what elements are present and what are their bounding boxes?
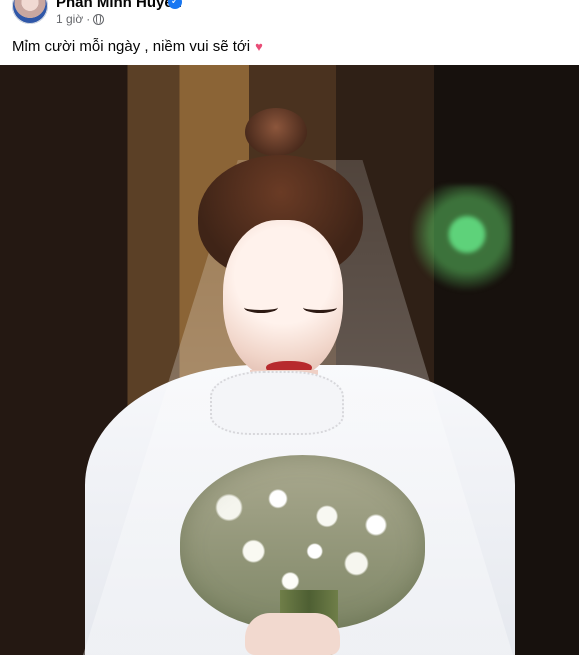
post-caption-text: Mỉm cười mỗi ngày , niềm vui sẽ tới — [12, 38, 251, 55]
post-time[interactable]: 1 giờ — [56, 12, 83, 26]
post-header: Phan Minh Huyền ✓ 1 giờ · — [0, 0, 579, 34]
left-eye — [244, 302, 278, 313]
meta-separator: · — [86, 12, 91, 26]
post-meta: 1 giờ · — [56, 11, 105, 27]
facebook-post: Phan Minh Huyền ✓ 1 giờ · Mỉm cười mỗi ng… — [0, 0, 579, 655]
bride-hands — [245, 613, 340, 655]
background-window-light — [412, 185, 512, 295]
bride-face — [223, 220, 343, 380]
dress-collar — [210, 371, 344, 435]
heart-icon: ♥ — [255, 39, 263, 54]
right-eye — [303, 302, 337, 313]
hair-bun — [245, 108, 307, 156]
globe-icon[interactable] — [93, 14, 105, 25]
post-photo[interactable] — [0, 65, 579, 655]
author-avatar[interactable] — [12, 0, 48, 24]
post-caption: Mỉm cười mỗi ngày , niềm vui sẽ tới ♥ — [12, 37, 263, 56]
